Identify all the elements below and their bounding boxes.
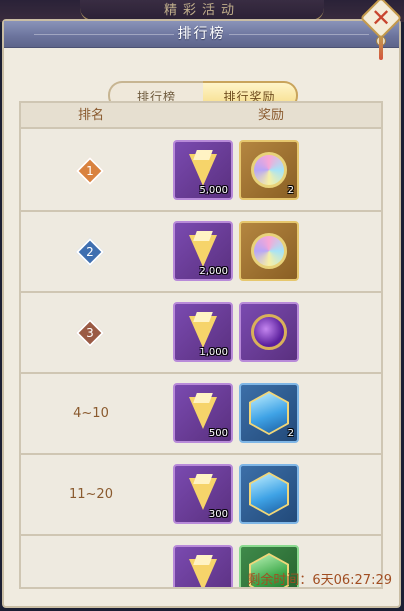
reward-item[interactable]: 5,000 — [173, 140, 233, 200]
reward-item[interactable]: 1,000 — [173, 302, 233, 362]
leaderboard-panel: 排行榜 排行榜 排行奖励 排名 奖励 1 5,000 2 2 2,000 3 1… — [2, 19, 401, 608]
table-row: 2 2,000 — [21, 212, 381, 293]
rank-badge-gold: 1 — [75, 156, 105, 186]
rank-badge-brown: 3 — [75, 318, 105, 348]
panel-header: 排行榜 — [4, 21, 399, 48]
reward-item[interactable] — [239, 464, 299, 524]
crystal-icon — [189, 231, 217, 271]
remaining-time-value: 6天06:27:29 — [312, 573, 392, 588]
rank-badge-blue: 2 — [75, 237, 105, 267]
table-row: 4~10 500 2 — [21, 374, 381, 455]
reward-item[interactable]: 300 — [173, 464, 233, 524]
item-count: 1,000 — [199, 347, 228, 358]
rank-range: 11~20 — [69, 487, 113, 502]
item-count: 5,000 — [199, 185, 228, 196]
prism-medal-icon — [251, 152, 287, 188]
amethyst-medal-icon — [251, 314, 287, 350]
remaining-time-label: 剩余时间： — [247, 573, 313, 588]
table-row: 3 1,000 — [21, 293, 381, 374]
prism-medal-icon — [251, 233, 287, 269]
table-row: 11~20 300 — [21, 455, 381, 536]
reward-item[interactable]: 500 — [173, 383, 233, 443]
panel-title: 排行榜 — [177, 26, 226, 42]
reward-item[interactable] — [239, 221, 299, 281]
reward-item[interactable] — [239, 302, 299, 362]
column-header-rank: 排名 — [77, 108, 104, 123]
crystal-icon — [189, 393, 217, 433]
crystal-icon — [189, 150, 217, 190]
crystal-icon — [189, 555, 217, 587]
item-count: 300 — [208, 509, 228, 520]
rewards-table[interactable]: 排名 奖励 1 5,000 2 2 2,000 3 1,000 4~10 500… — [19, 101, 383, 589]
item-count: 2 — [287, 185, 294, 196]
crystal-icon — [189, 474, 217, 514]
item-count: 2 — [287, 428, 294, 439]
table-row: 1 5,000 2 — [21, 131, 381, 212]
reward-item[interactable]: 2 — [239, 383, 299, 443]
rank-range: 4~10 — [73, 406, 109, 421]
remaining-time: 剩余时间：6天06:27:29 — [220, 572, 392, 590]
reward-item[interactable]: 2,000 — [173, 221, 233, 281]
close-icon[interactable]: ✕ — [365, 2, 397, 34]
item-count: 500 — [208, 428, 228, 439]
crystal-icon — [189, 312, 217, 352]
reward-item[interactable]: 2 — [239, 140, 299, 200]
table-header: 排名 奖励 — [21, 103, 381, 129]
item-count: 2,000 — [199, 266, 228, 277]
tassel-icon — [379, 36, 383, 60]
column-header-reward: 奖励 — [257, 108, 284, 123]
